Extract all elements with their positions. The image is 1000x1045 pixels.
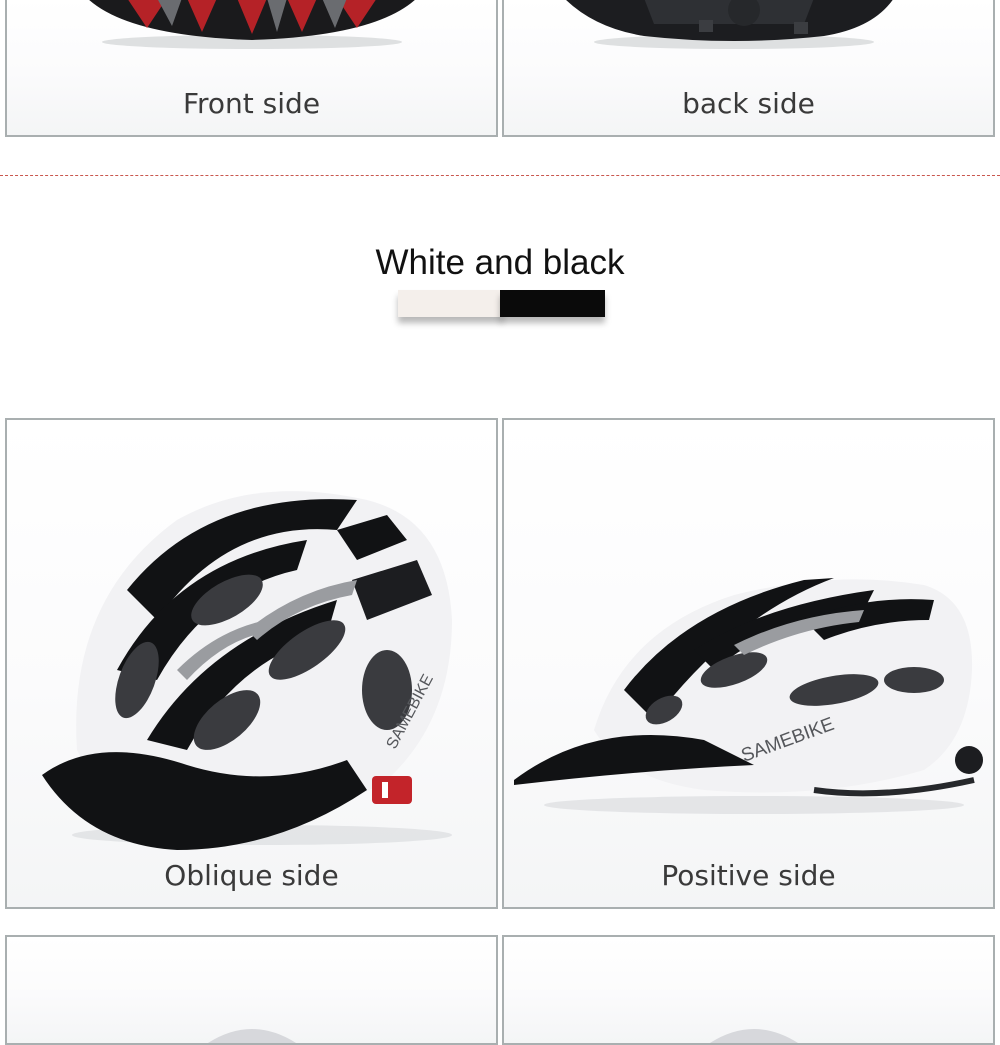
product-panel-positive-side: SAMEBIKE Positive side <box>502 418 995 909</box>
helmet-front-photo <box>89 0 415 49</box>
front-side-caption: Front side <box>182 87 321 120</box>
oblique-side-caption: Oblique side <box>164 859 339 892</box>
helmet-bottom-right-photo <box>709 1029 799 1043</box>
helmet-back-photo <box>566 0 893 49</box>
positive-side-caption: Positive side <box>661 859 836 892</box>
product-panel-bottom-right <box>502 935 995 1045</box>
helmet-oblique-photo: SAMEBIKE <box>42 491 453 850</box>
color-swatch-white <box>398 290 503 317</box>
color-swatch-black <box>500 290 605 317</box>
product-panel-front-side: Front side <box>5 0 498 137</box>
product-panel-oblique-side: SAMEBIKE Oblique side <box>5 418 498 909</box>
helmet-bottom-left-photo <box>207 1029 297 1043</box>
color-variant-title: White and black <box>375 243 625 282</box>
helmet-positive-photo: SAMEBIKE <box>514 578 983 814</box>
product-panel-bottom-left <box>5 935 498 1045</box>
back-side-caption: back side <box>682 87 815 120</box>
section-divider <box>0 175 1000 176</box>
product-panel-back-side: back side <box>502 0 995 137</box>
